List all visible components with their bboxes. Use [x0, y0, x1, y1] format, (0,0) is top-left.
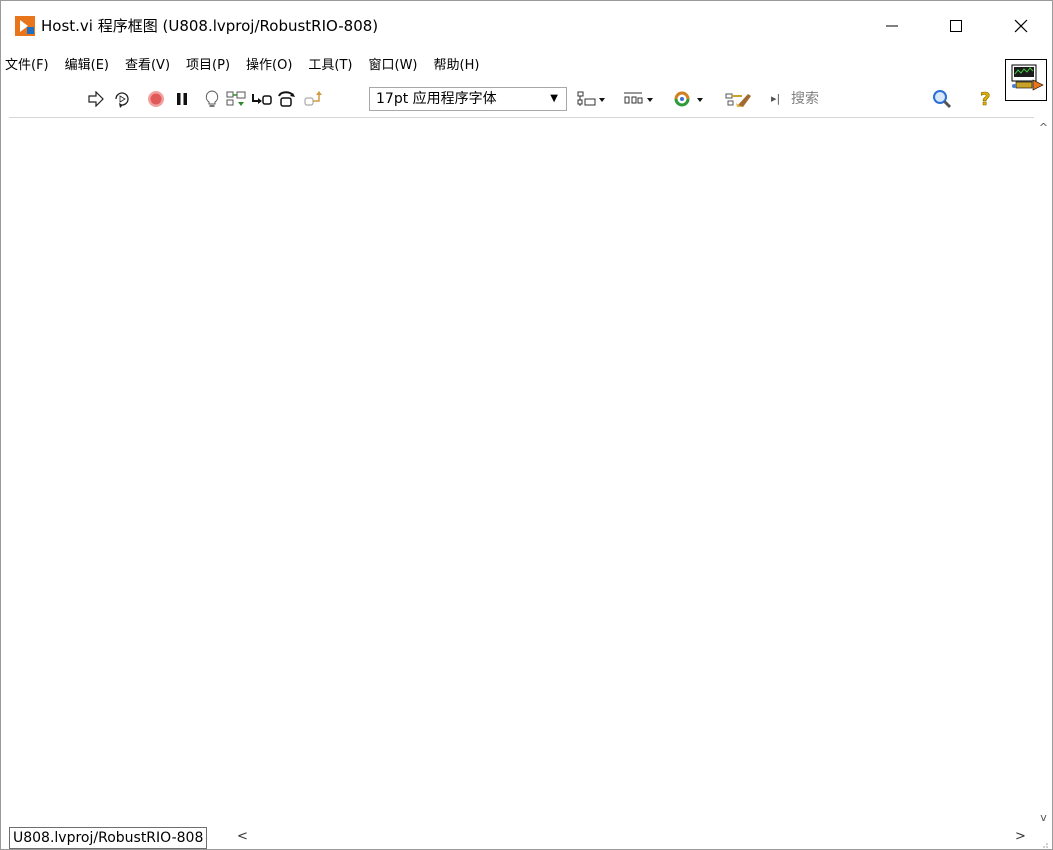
scroll-up-arrow[interactable]: ^	[1035, 121, 1052, 135]
minimize-button[interactable]	[869, 1, 915, 51]
scroll-right-arrow[interactable]: >	[1015, 829, 1026, 844]
step-out-icon[interactable]	[303, 88, 325, 110]
font-select[interactable]: 17pt 应用程序字体 ▼	[369, 87, 567, 111]
menu-operate[interactable]: 操作(O)	[240, 55, 298, 77]
run-continuously-icon[interactable]	[111, 88, 133, 110]
distribute-objects-icon[interactable]	[621, 88, 657, 110]
search-icon[interactable]	[931, 88, 953, 114]
reorder-icon[interactable]	[671, 88, 707, 110]
svg-text:?: ?	[980, 89, 990, 110]
menu-file[interactable]: 文件(F)	[1, 55, 55, 77]
status-bar: U808.lvproj/RobustRIO-808 < >	[1, 827, 1052, 849]
toolbar: 17pt 应用程序字体 ▼ ▸| 搜索 ?	[1, 85, 1011, 113]
block-diagram-canvas[interactable]	[9, 117, 1034, 828]
highlight-execution-icon[interactable]	[201, 88, 223, 110]
close-button[interactable]	[998, 1, 1044, 51]
clean-up-diagram-icon[interactable]	[723, 88, 757, 110]
menu-view[interactable]: 查看(V)	[119, 55, 176, 77]
help-icon[interactable]: ?	[979, 88, 995, 114]
abort-icon[interactable]	[145, 88, 167, 110]
vertical-scrollbar[interactable]: ^ v	[1035, 117, 1052, 827]
pause-icon[interactable]	[171, 88, 193, 110]
menu-bar: 文件(F) 编辑(E) 查看(V) 项目(P) 操作(O) 工具(T) 窗口(W…	[1, 55, 1001, 77]
window-title: Host.vi 程序框图 (U808.lvproj/RobustRIO-808)	[41, 17, 379, 35]
scroll-left-arrow[interactable]: <	[237, 829, 248, 844]
search-options-marker[interactable]: ▸|	[771, 89, 780, 109]
search-input[interactable]: 搜索	[791, 87, 941, 111]
labview-block-diagram-window: Host.vi 程序框图 (U808.lvproj/RobustRIO-808)…	[0, 0, 1053, 850]
retain-wire-values-icon[interactable]	[225, 88, 247, 110]
maximize-button[interactable]	[933, 1, 979, 51]
title-bar: Host.vi 程序框图 (U808.lvproj/RobustRIO-808)	[1, 1, 1052, 51]
run-arrow-icon[interactable]	[85, 88, 107, 110]
resize-grip-icon[interactable]	[1039, 837, 1049, 848]
labview-vi-icon	[15, 16, 35, 36]
menu-help[interactable]: 帮助(H)	[428, 55, 486, 77]
step-over-icon[interactable]	[277, 88, 299, 110]
chevron-down-icon: ▼	[550, 93, 558, 104]
menu-tools[interactable]: 工具(T)	[302, 55, 358, 77]
application-instance-label[interactable]: U808.lvproj/RobustRIO-808	[9, 827, 208, 849]
menu-project[interactable]: 项目(P)	[180, 55, 236, 77]
menu-window[interactable]: 窗口(W)	[363, 55, 424, 77]
menu-edit[interactable]: 编辑(E)	[59, 55, 115, 77]
vi-icon-panel[interactable]	[1005, 59, 1047, 101]
align-objects-icon[interactable]	[575, 88, 609, 110]
scroll-down-arrow[interactable]: v	[1035, 811, 1052, 825]
font-select-value: 17pt 应用程序字体	[376, 91, 497, 107]
step-into-icon[interactable]	[251, 88, 273, 110]
